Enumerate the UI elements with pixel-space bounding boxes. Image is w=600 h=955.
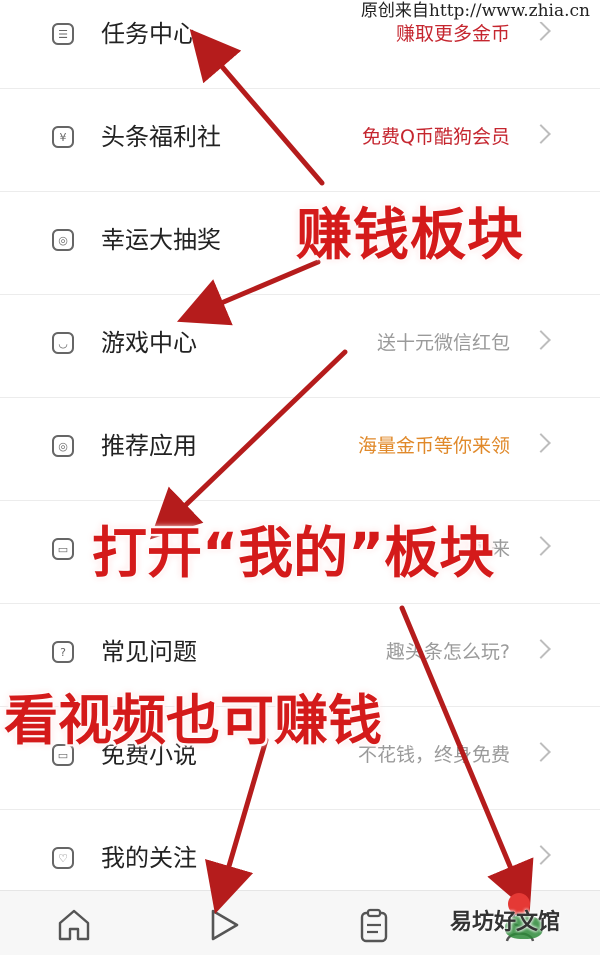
chevron-right-icon xyxy=(531,639,551,659)
menu-item-label: 我的关注 xyxy=(101,844,197,872)
game-controller-icon: ◡ xyxy=(52,332,74,354)
chevron-right-icon xyxy=(531,845,551,865)
menu-item-hint: 趣头条怎么玩? xyxy=(385,641,510,663)
chevron-right-icon xyxy=(531,124,551,144)
menu-item-label: 游戏中心 xyxy=(101,329,197,357)
caption-open-mine: 打开“我的”板块 xyxy=(92,521,495,585)
chevron-right-icon xyxy=(531,330,551,350)
watermark-top: 原创来自http://www.zhia.cn xyxy=(356,0,594,22)
chevron-right-icon xyxy=(531,433,551,453)
chevron-right-icon xyxy=(531,742,551,762)
menu-item-label: 头条福利社 xyxy=(101,123,221,151)
menu-item-hint: 送十元微信红包 xyxy=(376,332,510,354)
caption-video-earn: 看视频也可赚钱 xyxy=(4,689,382,752)
clipboard-icon xyxy=(360,908,388,943)
menu-item-hint: 免费Q币酷狗会员 xyxy=(362,126,510,148)
lottery-icon: ◎ xyxy=(52,229,74,251)
menu-item-game-center[interactable]: ◡ 游戏中心 送十元微信红包 xyxy=(0,295,600,398)
tab-tasks[interactable] xyxy=(354,905,394,945)
tab-video[interactable] xyxy=(203,905,243,945)
question-icon: ? xyxy=(52,641,74,663)
menu-item-label: 常见问题 xyxy=(101,638,197,666)
menu-item-welfare[interactable]: ¥ 头条福利社 免费Q币酷狗会员 xyxy=(0,89,600,192)
box-icon: ▭ xyxy=(52,538,74,560)
menu-item-label: 任务中心 xyxy=(101,20,197,48)
home-icon xyxy=(58,909,90,941)
app-icon: ◎ xyxy=(52,435,74,457)
menu-item-hint: 海量金币等你来领 xyxy=(357,435,510,457)
menu-list: ☰ 任务中心 赚取更多金币 ¥ 头条福利社 免费Q币酷狗会员 ◎ 幸运大抽奖 ◡… xyxy=(0,0,600,913)
caption-earn-section: 赚钱板块 xyxy=(296,203,524,268)
menu-item-recommended-apps[interactable]: ◎ 推荐应用 海量金币等你来领 xyxy=(0,398,600,501)
watermark-bottom: 易坊好文馆 xyxy=(450,910,561,935)
task-list-icon: ☰ xyxy=(52,23,74,45)
chevron-right-icon xyxy=(531,21,551,41)
yen-coupon-icon: ¥ xyxy=(52,126,74,148)
menu-item-label: 幸运大抽奖 xyxy=(101,226,221,254)
menu-item-hint: 赚取更多金币 xyxy=(395,23,510,45)
menu-item-label: 推荐应用 xyxy=(101,432,197,460)
tab-home[interactable] xyxy=(54,905,94,945)
chevron-right-icon xyxy=(531,536,551,556)
play-icon xyxy=(211,909,239,941)
heart-icon: ♡ xyxy=(52,847,74,869)
